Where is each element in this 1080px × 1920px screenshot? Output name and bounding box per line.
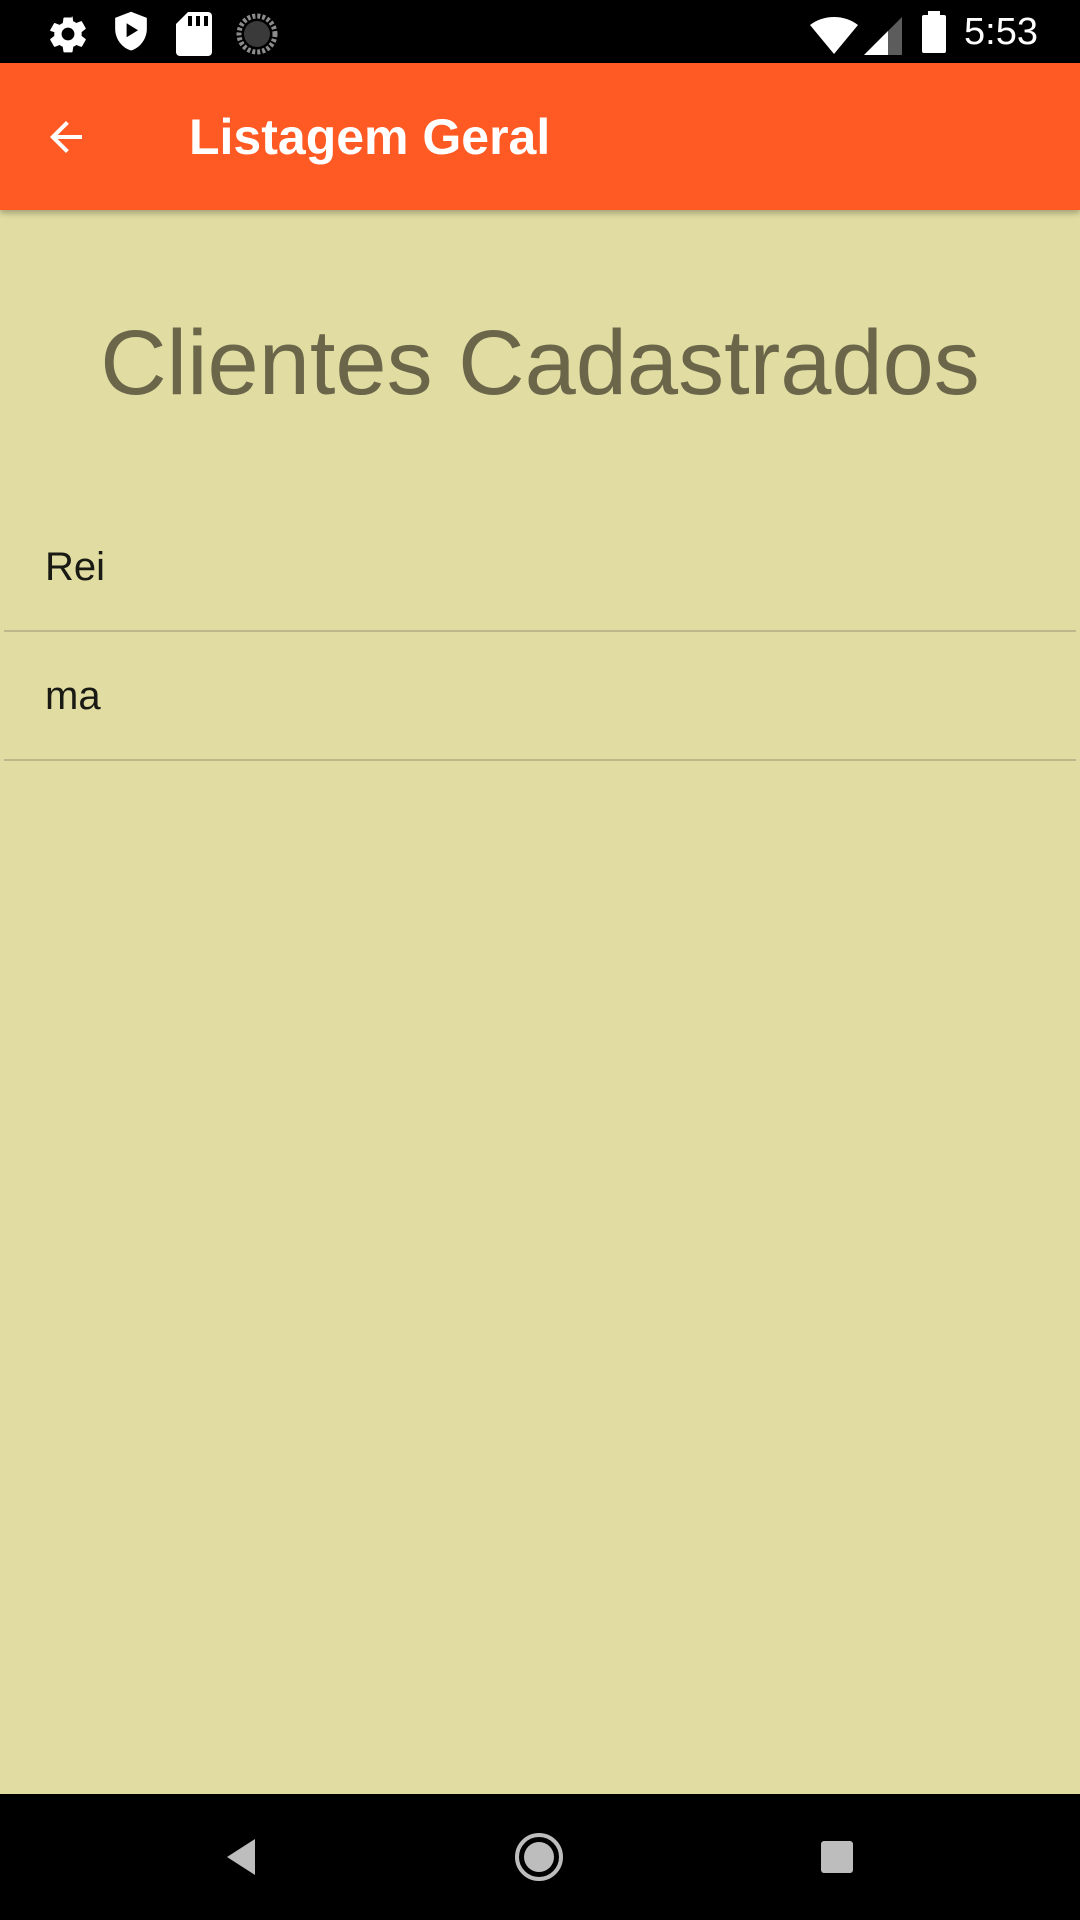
main-content: Clientes Cadastrados Rei ma	[0, 210, 1080, 1794]
recents-square-icon	[821, 1841, 853, 1873]
status-bar: 5:53	[0, 0, 1080, 63]
list-item[interactable]: ma	[4, 632, 1076, 761]
page-heading: Clientes Cadastrados	[100, 312, 980, 414]
settings-icon	[50, 16, 86, 53]
arrow-back-icon	[50, 121, 82, 153]
nav-back-button[interactable]	[206, 1822, 276, 1892]
client-list: Rei ma	[4, 503, 1076, 761]
nav-recents-button[interactable]	[802, 1822, 872, 1892]
nav-home-button[interactable]	[504, 1822, 574, 1892]
navigation-bar	[0, 1794, 1080, 1920]
wifi-icon	[810, 17, 858, 54]
loading-icon	[236, 13, 278, 55]
list-item[interactable]: Rei	[4, 503, 1076, 632]
sd-card-icon	[176, 12, 212, 56]
shield-play-icon	[115, 11, 147, 51]
app-title: Listagem Geral	[189, 109, 551, 165]
battery-icon	[922, 11, 946, 53]
back-button[interactable]	[30, 101, 102, 173]
back-triangle-icon	[227, 1839, 255, 1875]
signal-icon	[864, 17, 902, 55]
status-time: 5:53	[964, 11, 1038, 53]
client-name: Rei	[45, 545, 106, 589]
home-circle-icon	[515, 1833, 563, 1881]
app-bar: Listagem Geral	[0, 63, 1080, 210]
client-name: ma	[45, 674, 101, 718]
